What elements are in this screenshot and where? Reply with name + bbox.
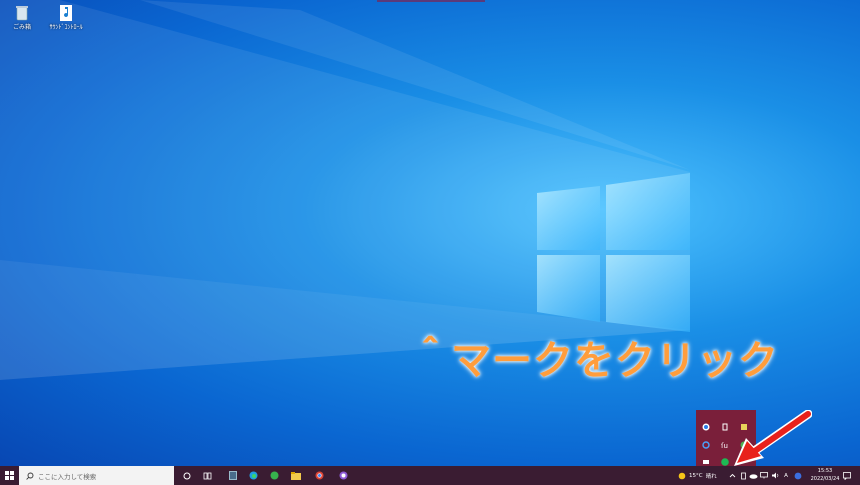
taskbar-app-screen-recorder[interactable] bbox=[336, 466, 350, 485]
weather-widget-icon-button[interactable] bbox=[677, 466, 687, 485]
app-tray-icon[interactable] bbox=[701, 452, 711, 464]
speaker-icon bbox=[771, 472, 778, 479]
screen-recorder-icon bbox=[339, 471, 347, 480]
desktop-icon-recycle-bin[interactable]: ごみ箱 bbox=[2, 4, 42, 31]
taskbar-app-headset[interactable] bbox=[267, 466, 281, 485]
cloud-icon bbox=[749, 473, 757, 479]
desktop-icon-label: ごみ箱 bbox=[12, 24, 31, 31]
instruction-callout: ＾マークをクリック bbox=[410, 338, 779, 384]
app-tray-icon[interactable] bbox=[701, 417, 711, 431]
show-hidden-icons-button[interactable] bbox=[728, 466, 737, 485]
desktop[interactable]: ごみ箱 ｻｳﾝﾄﾞｺﾝﾄﾛｰﾙ ＾マークをクリック ſu bbox=[0, 0, 860, 466]
svg-text:ſu: ſu bbox=[721, 442, 728, 450]
network-icon bbox=[759, 472, 768, 479]
headset-icon bbox=[270, 471, 278, 480]
app-tray-icon[interactable] bbox=[701, 435, 711, 449]
task-view-button[interactable] bbox=[200, 466, 214, 485]
tray-volume-button[interactable] bbox=[770, 466, 780, 485]
start-button[interactable] bbox=[0, 466, 19, 485]
weather-condition: 晴れ bbox=[705, 473, 717, 480]
taskbar-app-file-explorer[interactable] bbox=[289, 466, 303, 485]
taskbar-app-calculator[interactable] bbox=[226, 466, 240, 485]
action-center-button[interactable] bbox=[840, 466, 854, 485]
cortana-circle-icon bbox=[183, 472, 191, 479]
tray-network-button[interactable] bbox=[759, 466, 769, 485]
app-tray-icon bbox=[794, 472, 802, 479]
windows-logo-icon bbox=[5, 471, 14, 480]
usb-icon[interactable] bbox=[720, 417, 730, 431]
tray-onedrive-button[interactable] bbox=[748, 466, 758, 485]
task-view-icon bbox=[203, 472, 211, 479]
spotify-icon[interactable] bbox=[720, 452, 730, 466]
tray-usb-button[interactable] bbox=[739, 466, 748, 485]
calculator-icon bbox=[229, 471, 237, 480]
app-tray-icon[interactable]: ſu bbox=[720, 435, 730, 450]
edge-icon bbox=[249, 471, 257, 480]
chevron-up-icon bbox=[729, 473, 736, 478]
ime-mode-indicator: A bbox=[784, 472, 788, 479]
sun-icon bbox=[678, 472, 686, 479]
folder-icon bbox=[291, 471, 301, 480]
taskbar-app-chrome[interactable] bbox=[312, 466, 326, 485]
desktop-icon-label: ｻｳﾝﾄﾞｺﾝﾄﾛｰﾙ bbox=[49, 24, 83, 31]
usb-drive-icon bbox=[741, 472, 746, 479]
taskbar: ここに入力して検索 15°C 晴れ A 15:53 2022/03/24 bbox=[0, 466, 860, 485]
notification-icon bbox=[843, 471, 851, 480]
tray-ime-mode-button[interactable]: A bbox=[781, 466, 791, 485]
taskbar-search-box[interactable]: ここに入力して検索 bbox=[19, 466, 174, 485]
top-edge-bar bbox=[377, 0, 485, 2]
search-placeholder: ここに入力して検索 bbox=[38, 472, 97, 481]
search-icon bbox=[26, 472, 34, 480]
desktop-icon-sound-control[interactable]: ｻｳﾝﾄﾞｺﾝﾄﾛｰﾙ bbox=[46, 4, 86, 31]
taskbar-app-edge[interactable] bbox=[246, 466, 260, 485]
red-arrow-annotation bbox=[734, 410, 812, 466]
chrome-icon bbox=[315, 471, 323, 480]
weather-widget[interactable]: 15°C 晴れ bbox=[689, 466, 729, 485]
cortana-button[interactable] bbox=[180, 466, 194, 485]
music-note-icon bbox=[57, 4, 75, 22]
tray-app-button[interactable] bbox=[792, 466, 804, 485]
weather-temperature: 15°C bbox=[689, 472, 703, 479]
windows-wallpaper bbox=[0, 0, 690, 380]
recycle-bin-icon bbox=[13, 4, 31, 22]
